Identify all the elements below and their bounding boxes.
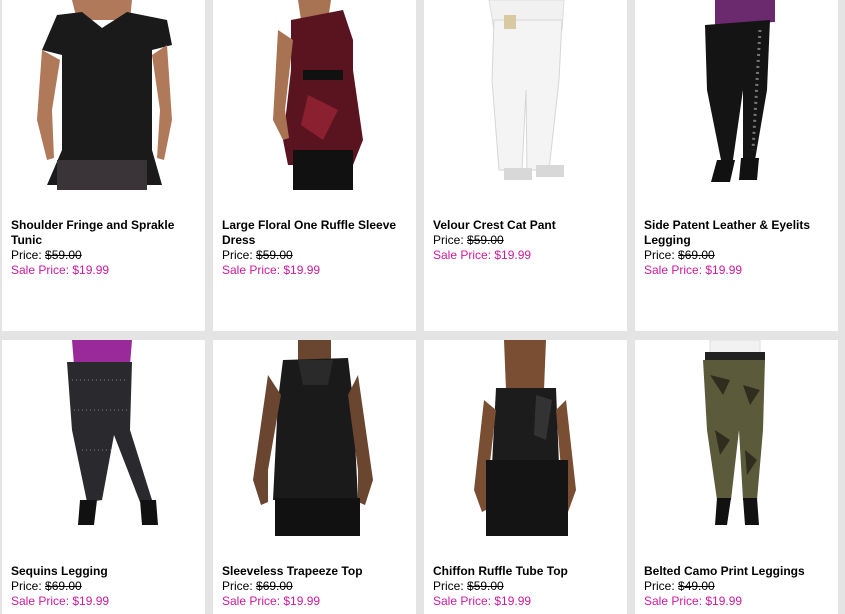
black-top-photo[interactable] (213, 340, 416, 536)
product-name[interactable]: Large Floral One Ruffle Sleeve Dress (222, 218, 416, 248)
price-label: Price: (644, 579, 675, 593)
sale-value: $19.99 (283, 263, 321, 277)
product-name[interactable]: Belted Camo Print Leggings (644, 564, 838, 579)
price-value: $59.00 (45, 248, 82, 262)
original-price: Price: $69.00 (222, 579, 416, 594)
price-value: $69.00 (256, 579, 293, 593)
sale-label: Sale Price: (433, 248, 492, 262)
sale-label: Sale Price: (11, 263, 70, 277)
sale-value: $19.99 (705, 594, 743, 608)
product-card[interactable]: Side Patent Leather & Eyelits Legging Pr… (635, 0, 838, 331)
price-label: Price: (433, 233, 464, 247)
price-value: $59.00 (256, 248, 293, 262)
product-name[interactable]: Chiffon Ruffle Tube Top (433, 564, 627, 579)
sale-value: $19.99 (494, 248, 532, 262)
price-value: $69.00 (678, 248, 715, 262)
price-label: Price: (433, 579, 464, 593)
product-card[interactable]: Sleeveless Trapeeze Top Price: $69.00 Sa… (213, 340, 416, 614)
original-price: Price: $69.00 (11, 579, 205, 594)
product-card[interactable]: Velour Crest Cat Pant Price: $59.00 Sale… (424, 0, 627, 331)
product-name[interactable]: Sequins Legging (11, 564, 205, 579)
sale-value: $19.99 (72, 594, 110, 608)
tube-top-photo[interactable] (424, 340, 627, 536)
price-value: $59.00 (467, 233, 504, 247)
black-legging-photo[interactable] (635, 0, 838, 190)
sale-price: Sale Price: $19.99 (11, 263, 205, 278)
price-value: $59.00 (467, 579, 504, 593)
sequin-legging-photo[interactable] (2, 340, 205, 536)
product-card[interactable]: Belted Camo Print Leggings Price: $49.00… (635, 340, 838, 614)
sale-value: $19.99 (72, 263, 110, 277)
product-name[interactable]: Sleeveless Trapeeze Top (222, 564, 416, 579)
sale-value: $19.99 (705, 263, 743, 277)
product-card[interactable]: Chiffon Ruffle Tube Top Price: $59.00 Sa… (424, 340, 627, 614)
sale-label: Sale Price: (644, 594, 703, 608)
sale-price: Sale Price: $19.99 (644, 594, 838, 609)
sale-label: Sale Price: (644, 263, 703, 277)
sale-price: Sale Price: $19.99 (11, 594, 205, 609)
original-price: Price: $49.00 (644, 579, 838, 594)
sale-price: Sale Price: $19.99 (222, 594, 416, 609)
original-price: Price: $59.00 (433, 233, 627, 248)
sale-label: Sale Price: (222, 263, 281, 277)
camo-legging-photo[interactable] (635, 340, 838, 536)
sale-price: Sale Price: $19.99 (222, 263, 416, 278)
price-label: Price: (222, 248, 253, 262)
original-price: Price: $59.00 (222, 248, 416, 263)
original-price: Price: $59.00 (433, 579, 627, 594)
sale-label: Sale Price: (222, 594, 281, 608)
sale-label: Sale Price: (11, 594, 70, 608)
product-name[interactable]: Side Patent Leather & Eyelits Legging (644, 218, 838, 248)
product-name[interactable]: Velour Crest Cat Pant (433, 218, 627, 233)
sale-price: Sale Price: $19.99 (433, 594, 627, 609)
sale-label: Sale Price: (433, 594, 492, 608)
product-card[interactable]: Sequins Legging Price: $69.00 Sale Price… (2, 340, 205, 614)
product-card[interactable]: Large Floral One Ruffle Sleeve Dress Pri… (213, 0, 416, 331)
sale-value: $19.99 (494, 594, 532, 608)
sale-price: Sale Price: $19.99 (433, 248, 627, 263)
price-value: $49.00 (678, 579, 715, 593)
original-price: Price: $69.00 (644, 248, 838, 263)
product-grid: Shoulder Fringe and Sprakle Tunic Price:… (0, 0, 845, 614)
price-label: Price: (11, 579, 42, 593)
white-pant-photo[interactable] (424, 0, 627, 190)
sale-value: $19.99 (283, 594, 321, 608)
sale-price: Sale Price: $19.99 (644, 263, 838, 278)
black-tunic-photo[interactable] (2, 0, 205, 190)
floral-dress-photo[interactable] (213, 0, 416, 190)
product-name[interactable]: Shoulder Fringe and Sprakle Tunic (11, 218, 205, 248)
price-label: Price: (644, 248, 675, 262)
original-price: Price: $59.00 (11, 248, 205, 263)
price-value: $69.00 (45, 579, 82, 593)
price-label: Price: (11, 248, 42, 262)
product-card[interactable]: Shoulder Fringe and Sprakle Tunic Price:… (2, 0, 205, 331)
price-label: Price: (222, 579, 253, 593)
